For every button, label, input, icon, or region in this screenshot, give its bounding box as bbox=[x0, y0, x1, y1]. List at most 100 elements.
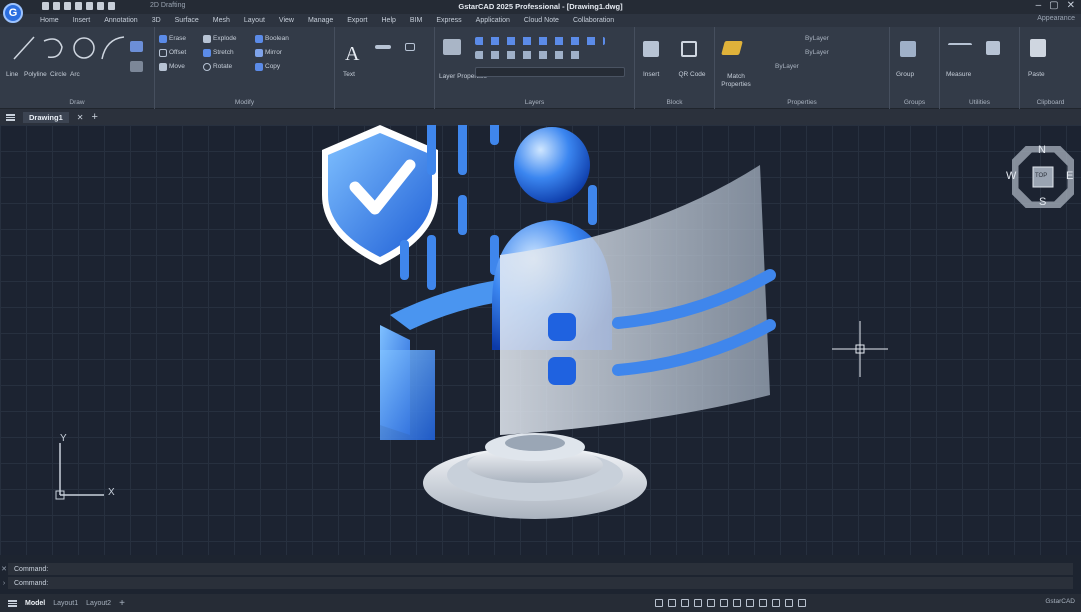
tab-express[interactable]: Express bbox=[436, 17, 461, 24]
stretch-tool[interactable]: Stretch bbox=[213, 49, 234, 56]
viewcube-south[interactable]: S bbox=[1039, 196, 1046, 208]
layer-tools-row1[interactable] bbox=[475, 37, 605, 45]
copy-tool[interactable]: Copy bbox=[265, 63, 280, 70]
tab-surface[interactable]: Surface bbox=[175, 17, 199, 24]
text-tool[interactable]: Text bbox=[343, 71, 355, 78]
appearance-menu[interactable]: Appearance bbox=[1037, 15, 1075, 22]
viewcube[interactable]: N S E W TOP bbox=[1006, 143, 1077, 211]
viewcube-east[interactable]: E bbox=[1066, 170, 1073, 182]
snap-toggle-icon[interactable] bbox=[668, 599, 676, 607]
polyline-tool[interactable]: Polyline bbox=[24, 71, 47, 78]
minimize-button[interactable]: – bbox=[1036, 0, 1042, 11]
grid-toggle-icon[interactable] bbox=[655, 599, 663, 607]
tab-3d[interactable]: 3D bbox=[152, 17, 161, 24]
tab-layout1[interactable]: Layout1 bbox=[53, 600, 78, 607]
arc-tool[interactable]: Arc bbox=[70, 71, 80, 78]
tab-home[interactable]: Home bbox=[40, 17, 59, 24]
match-properties-tool[interactable]: Match Properties bbox=[717, 73, 755, 89]
app-logo[interactable]: G bbox=[3, 3, 23, 23]
command-input-line[interactable]: › Command: bbox=[3, 577, 1073, 589]
window-title: GstarCAD 2025 Professional - [Drawing1.d… bbox=[458, 2, 623, 11]
drawing-canvas[interactable]: Y X N S E W TOP bbox=[0, 125, 1081, 555]
lineweight-bylayer[interactable]: ByLayer bbox=[775, 63, 799, 70]
add-layout-icon[interactable]: + bbox=[119, 598, 125, 609]
transparency-toggle-icon[interactable] bbox=[759, 599, 767, 607]
circle-tool[interactable]: Circle bbox=[50, 71, 67, 78]
tab-bim[interactable]: BIM bbox=[410, 17, 422, 24]
line-tool[interactable]: Line bbox=[6, 71, 18, 78]
match-properties-icon[interactable] bbox=[721, 41, 743, 55]
qr-code-icon[interactable] bbox=[681, 41, 697, 57]
tab-mesh[interactable]: Mesh bbox=[213, 17, 230, 24]
paste-icon[interactable] bbox=[1030, 39, 1046, 57]
tab-layout[interactable]: Layout bbox=[244, 17, 265, 24]
move-tool[interactable]: Move bbox=[169, 63, 185, 70]
rectangle-icon[interactable] bbox=[130, 61, 143, 72]
status-menu-icon[interactable] bbox=[8, 599, 17, 607]
measure-tool[interactable]: Measure bbox=[946, 71, 971, 78]
tab-manage[interactable]: Manage bbox=[308, 17, 333, 24]
tab-drawing1[interactable]: Drawing1 bbox=[23, 111, 69, 123]
insert-tool[interactable]: Insert bbox=[643, 71, 659, 78]
restore-button[interactable]: ▢ bbox=[1049, 0, 1058, 11]
offset-tool[interactable]: Offset bbox=[169, 49, 186, 56]
modify-group: Erase Explode Boolean Offset Stretch Mir… bbox=[155, 27, 335, 109]
qr-code-tool[interactable]: QR Code bbox=[677, 71, 707, 79]
close-button[interactable]: ✕ bbox=[1067, 0, 1075, 11]
new-tab-icon[interactable]: + bbox=[91, 111, 97, 123]
annotation-scale-icon[interactable] bbox=[785, 599, 793, 607]
lineweight-toggle-icon[interactable] bbox=[746, 599, 754, 607]
group-icon[interactable] bbox=[900, 41, 916, 57]
color-bylayer[interactable]: ByLayer bbox=[805, 35, 829, 42]
layer-tools-row2[interactable] bbox=[475, 51, 585, 59]
tab-view[interactable]: View bbox=[279, 17, 294, 24]
status-brand: GstarCAD bbox=[1045, 598, 1075, 605]
erase-tool[interactable]: Erase bbox=[169, 35, 186, 42]
measure-icon[interactable] bbox=[948, 43, 972, 49]
explode-tool[interactable]: Explode bbox=[213, 35, 237, 42]
otrack-toggle-icon[interactable] bbox=[720, 599, 728, 607]
command-input[interactable]: Command: bbox=[14, 580, 48, 587]
viewcube-top-face[interactable]: TOP bbox=[1035, 173, 1047, 179]
dimension-icon[interactable] bbox=[375, 45, 391, 49]
text-icon[interactable]: A bbox=[345, 43, 359, 66]
paste-tool[interactable]: Paste bbox=[1028, 71, 1045, 78]
polyline-icon bbox=[43, 38, 63, 59]
tab-application[interactable]: Application bbox=[476, 17, 510, 24]
calculator-icon[interactable] bbox=[986, 41, 1000, 55]
boolean-tool[interactable]: Boolean bbox=[265, 35, 289, 42]
utilities-caption: Utilities bbox=[969, 99, 990, 106]
tab-export[interactable]: Export bbox=[347, 17, 367, 24]
tab-insert[interactable]: Insert bbox=[73, 17, 91, 24]
dyn-toggle-icon[interactable] bbox=[733, 599, 741, 607]
clipboard-group: Paste Clipboard bbox=[1020, 27, 1081, 109]
menu-icon[interactable] bbox=[6, 113, 15, 121]
workspace-switch-icon[interactable] bbox=[798, 599, 806, 607]
data-bar-4 bbox=[427, 235, 436, 290]
tab-help[interactable]: Help bbox=[382, 17, 396, 24]
table-icon[interactable] bbox=[405, 43, 415, 51]
polar-toggle-icon[interactable] bbox=[694, 599, 702, 607]
rotate-tool[interactable]: Rotate bbox=[213, 63, 232, 70]
insert-icon[interactable] bbox=[643, 41, 659, 57]
person-head bbox=[514, 127, 590, 203]
ortho-toggle-icon[interactable] bbox=[681, 599, 689, 607]
tab-annotation[interactable]: Annotation bbox=[104, 17, 137, 24]
tab-collaboration[interactable]: Collaboration bbox=[573, 17, 614, 24]
osnap-toggle-icon[interactable] bbox=[707, 599, 715, 607]
viewcube-north[interactable]: N bbox=[1038, 144, 1046, 156]
tab-layout2[interactable]: Layout2 bbox=[86, 600, 111, 607]
close-command-icon[interactable]: ✕ bbox=[0, 565, 8, 573]
linetype-bylayer[interactable]: ByLayer bbox=[805, 49, 829, 56]
tab-cloud-note[interactable]: Cloud Note bbox=[524, 17, 559, 24]
selection-cycling-icon[interactable] bbox=[772, 599, 780, 607]
layer-dropdown[interactable] bbox=[475, 67, 625, 77]
viewcube-west[interactable]: W bbox=[1006, 170, 1016, 182]
mirror-tool[interactable]: Mirror bbox=[265, 49, 282, 56]
close-tab-icon[interactable]: ✕ bbox=[77, 113, 84, 122]
hatch-icon[interactable] bbox=[130, 41, 143, 52]
layers-group: Layer Properties Layers bbox=[435, 27, 635, 109]
group-tool[interactable]: Group bbox=[896, 71, 914, 78]
layer-properties-icon[interactable] bbox=[443, 39, 461, 55]
tab-model[interactable]: Model bbox=[25, 600, 45, 607]
